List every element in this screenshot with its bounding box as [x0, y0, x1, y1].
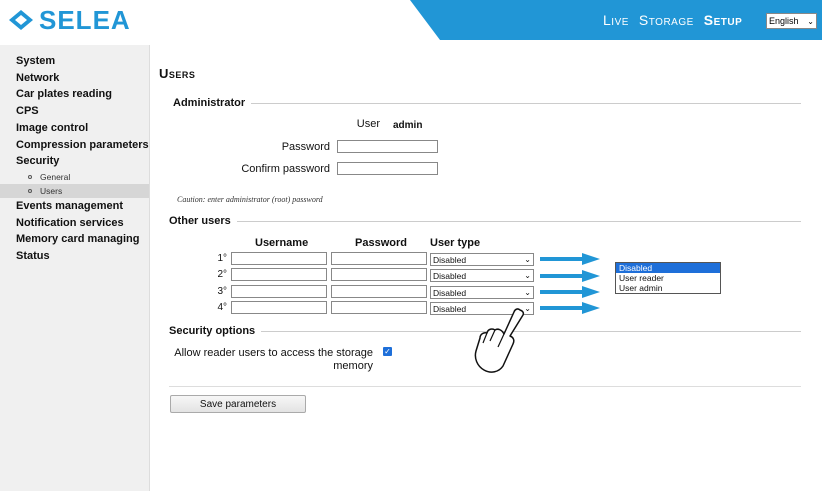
caution-note: Caution: enter administrator (root) pass… — [177, 195, 323, 204]
row-number: 3° — [217, 286, 227, 297]
reader-access-label-cont: memory — [333, 360, 373, 372]
selea-logo: SELEA — [8, 4, 131, 35]
hand-pointer-icon — [474, 308, 525, 373]
sidebar-item-compression-parameters[interactable]: Compression parameters — [0, 137, 149, 154]
arrow-right-icon — [540, 270, 600, 282]
section-other-users: Other users — [169, 215, 237, 227]
sidebar-subitem-users[interactable]: Users — [0, 183, 149, 198]
sidebar-item-security[interactable]: Security — [0, 153, 149, 170]
user-type-value: Disabled — [433, 270, 467, 281]
section-security-options: Security options — [169, 325, 262, 337]
arrow-right-icon — [540, 286, 600, 298]
column-password: Password — [355, 237, 407, 249]
sidebar-subitem-label: Users — [40, 185, 63, 196]
password-field-2[interactable] — [331, 268, 427, 281]
user-type-select-3[interactable]: Disabled ⌄ — [430, 286, 534, 299]
column-user-type: User type — [430, 237, 481, 249]
dropdown-option-user-reader[interactable]: User reader — [616, 273, 720, 283]
sidebar-item-system[interactable]: System — [0, 53, 149, 70]
user-type-value: Disabled — [433, 254, 467, 265]
sidebar-subitem-label: General — [40, 171, 71, 182]
logo-text: SELEA — [39, 4, 131, 35]
language-select[interactable]: English ⌄ — [766, 13, 817, 29]
header: SELEA Live Storage Setup English ⌄ — [0, 0, 822, 40]
reader-access-label: Allow reader users to access the storage — [174, 347, 373, 359]
sidebar-item-car-plates-reading[interactable]: Car plates reading — [0, 86, 149, 103]
language-value: English — [769, 16, 799, 26]
diamond-logo-icon — [9, 10, 33, 30]
top-nav: Live Storage Setup — [603, 12, 742, 28]
user-type-value: Disabled — [433, 287, 467, 298]
page-title: Users — [159, 66, 196, 81]
dropdown-option-disabled[interactable]: Disabled — [616, 263, 720, 273]
save-parameters-button[interactable]: Save parameters — [170, 395, 306, 413]
section-divider — [169, 221, 801, 222]
password-field-3[interactable] — [331, 285, 427, 298]
password-field-4[interactable] — [331, 301, 427, 314]
sidebar-item-network[interactable]: Network — [0, 70, 149, 87]
footer-divider — [169, 386, 801, 387]
row-number: 4° — [217, 302, 227, 313]
bullet-icon — [28, 188, 32, 193]
username-field-4[interactable] — [231, 301, 327, 314]
row-number: 1° — [217, 253, 227, 264]
chevron-down-icon: ⌄ — [524, 288, 531, 297]
confirm-password-label: Confirm password — [241, 163, 330, 175]
user-label: User — [356, 118, 380, 130]
user-type-select-2[interactable]: Disabled ⌄ — [430, 269, 534, 282]
username-field-2[interactable] — [231, 268, 327, 281]
arrow-right-icon — [540, 302, 600, 314]
sidebar-item-notification-services[interactable]: Notification services — [0, 215, 149, 232]
row-number: 2° — [217, 269, 227, 280]
bullet-icon — [28, 174, 32, 179]
section-divider — [173, 103, 801, 104]
section-administrator: Administrator — [173, 97, 252, 109]
sidebar-item-cps[interactable]: CPS — [0, 103, 149, 120]
admin-password-field[interactable] — [337, 140, 438, 153]
username-field-3[interactable] — [231, 285, 327, 298]
nav-setup[interactable]: Setup — [704, 12, 743, 28]
nav-live[interactable]: Live — [603, 12, 629, 28]
user-type-select-1[interactable]: Disabled ⌄ — [430, 253, 534, 266]
admin-confirm-password-field[interactable] — [337, 162, 438, 175]
nav-storage[interactable]: Storage — [639, 12, 694, 28]
chevron-down-icon: ⌄ — [807, 16, 814, 26]
arrow-right-icon — [540, 253, 600, 265]
admin-username: admin — [393, 120, 423, 131]
sidebar-menu: System Network Car plates reading CPS Im… — [0, 53, 149, 265]
column-username: Username — [255, 237, 309, 249]
password-field-1[interactable] — [331, 252, 427, 265]
username-field-1[interactable] — [231, 252, 327, 265]
sidebar-item-image-control[interactable]: Image control — [0, 120, 149, 137]
user-type-value: Disabled — [433, 303, 467, 314]
sidebar: System Network Car plates reading CPS Im… — [0, 45, 150, 491]
user-type-dropdown: Disabled User reader User admin — [615, 262, 721, 294]
sidebar-item-memory-card-managing[interactable]: Memory card managing — [0, 231, 149, 248]
main-content: Users Administrator User admin Password … — [150, 40, 822, 491]
chevron-down-icon: ⌄ — [524, 271, 531, 280]
dropdown-option-user-admin[interactable]: User admin — [616, 283, 720, 293]
password-label: Password — [281, 141, 330, 153]
sidebar-item-events-management[interactable]: Events management — [0, 198, 149, 215]
sidebar-subitem-general[interactable]: General — [0, 170, 149, 184]
sidebar-item-status[interactable]: Status — [0, 248, 149, 265]
chevron-down-icon: ⌄ — [524, 255, 531, 264]
reader-access-checkbox[interactable]: ✓ — [383, 347, 392, 356]
